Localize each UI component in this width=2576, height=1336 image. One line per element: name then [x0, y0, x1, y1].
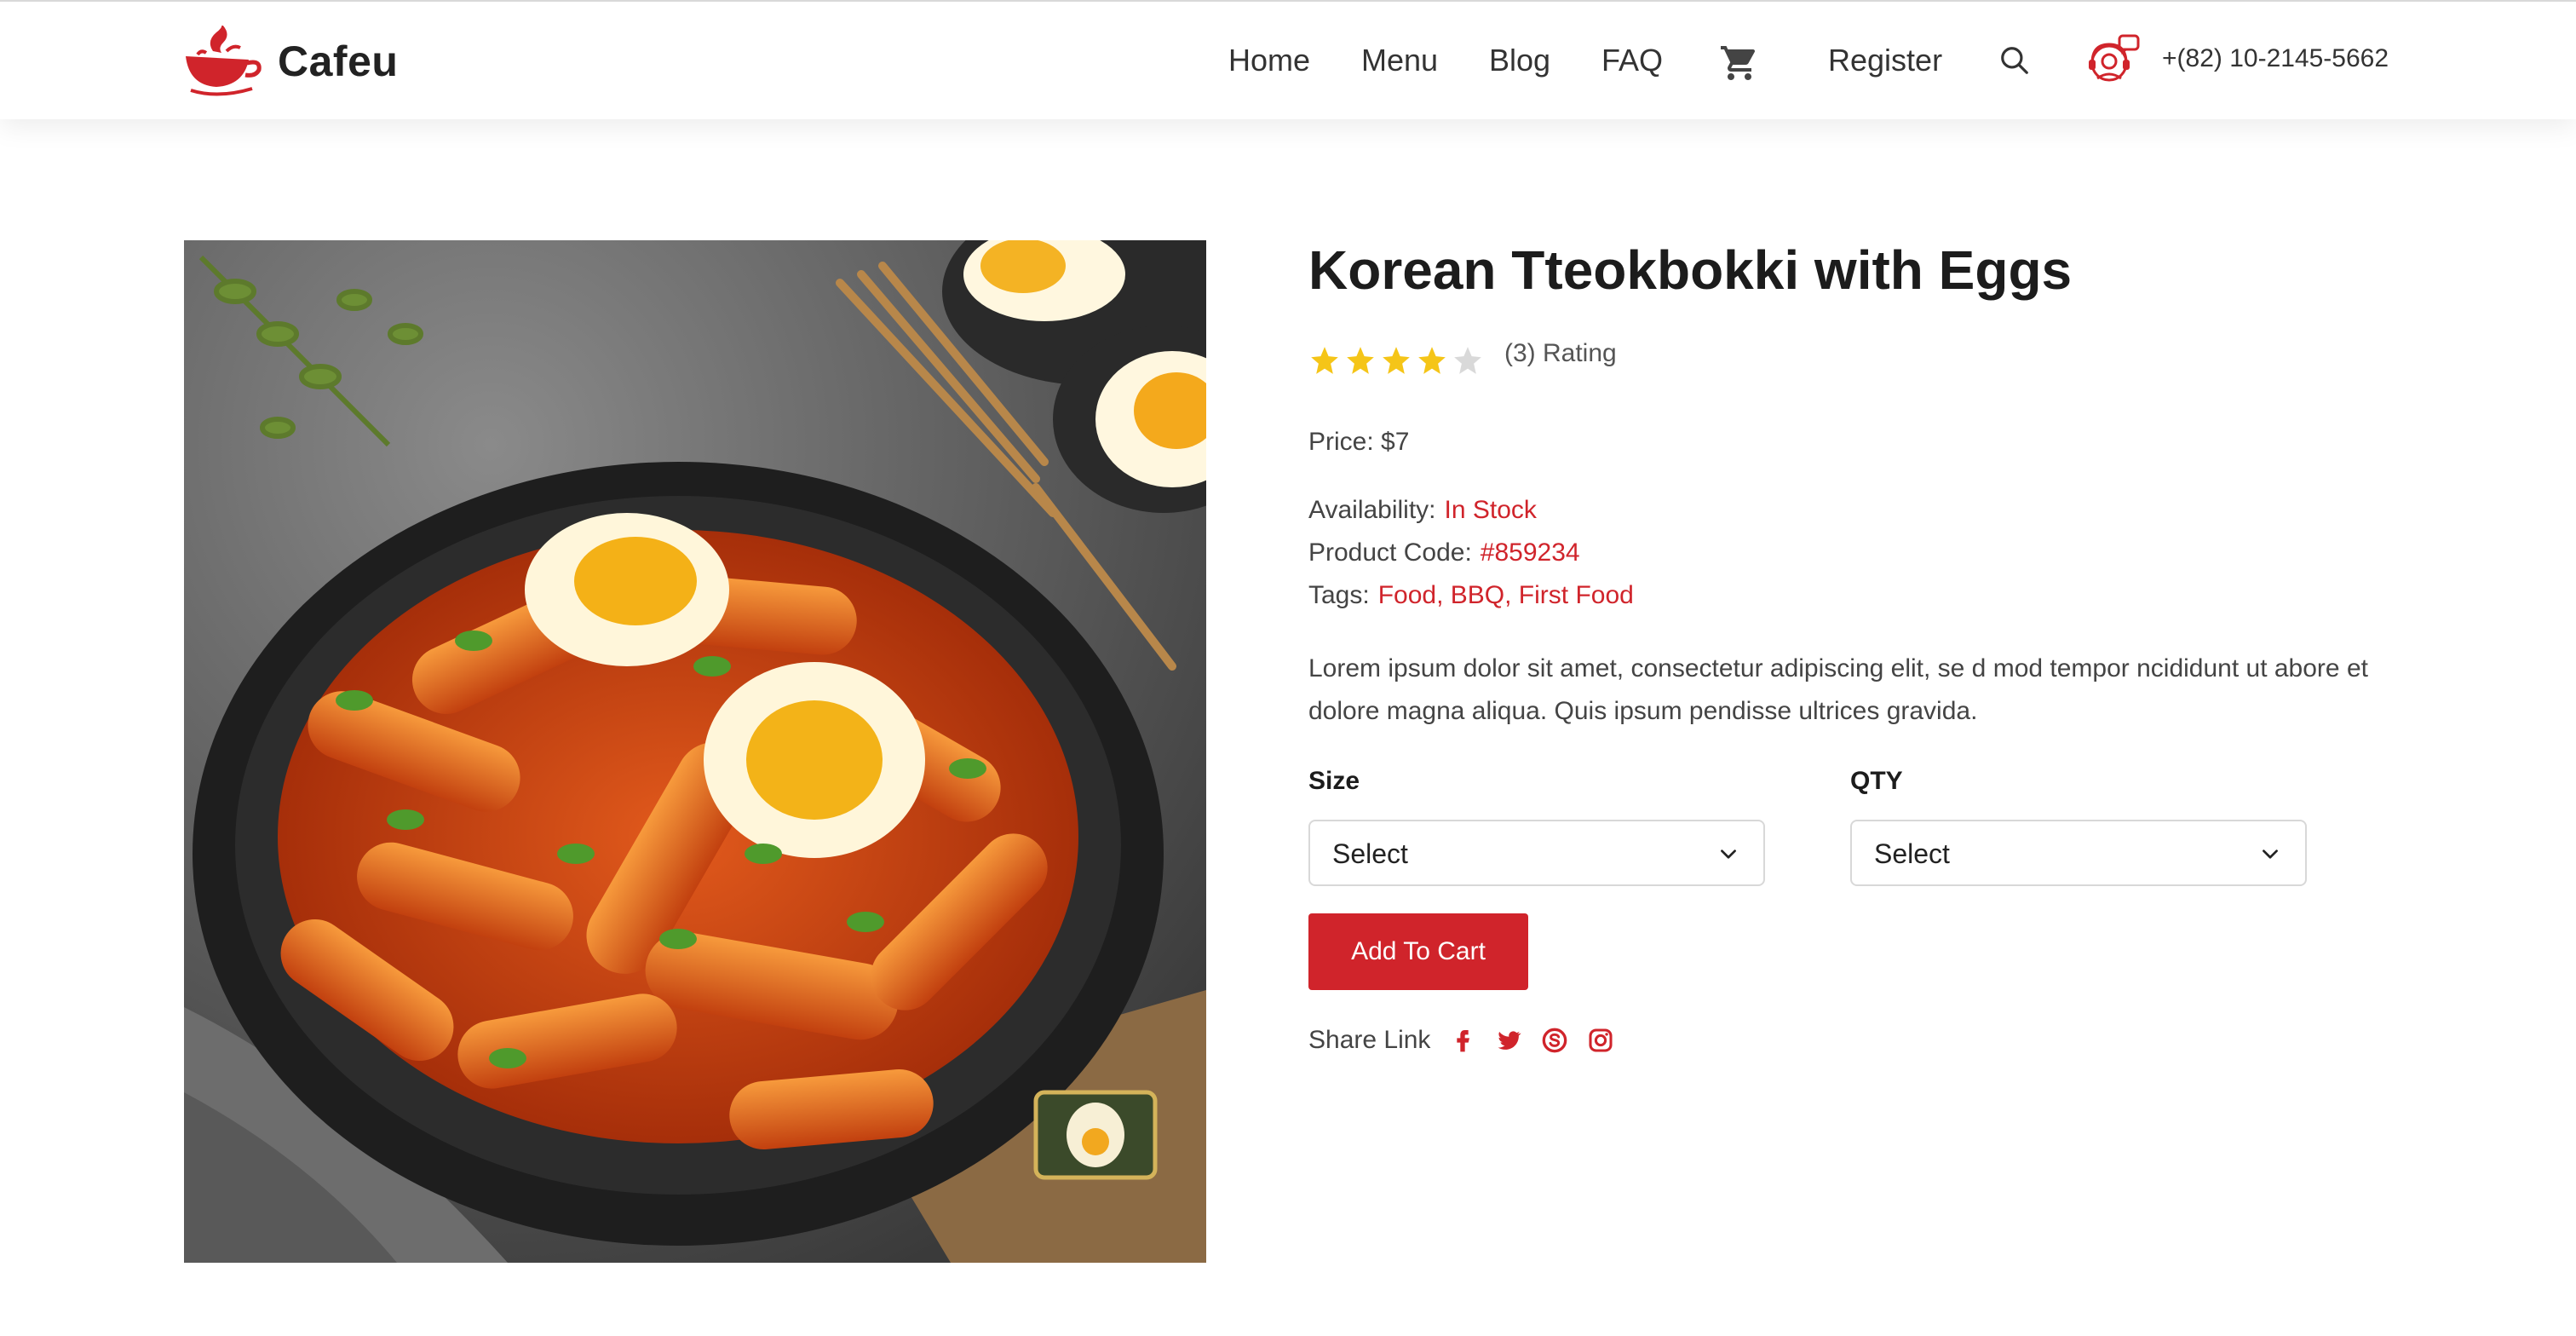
product-title: Korean Tteokbokki with Eggs	[1308, 239, 2073, 301]
site-header: Cafeu Home Menu Blog FAQ Register +(82) …	[0, 0, 2576, 119]
size-label: Size	[1308, 767, 1360, 795]
tags-label: Tags:	[1308, 581, 1370, 609]
product-code-value: #859234	[1480, 538, 1580, 567]
skype-icon[interactable]	[1541, 1027, 1568, 1054]
nav-item-menu[interactable]: Menu	[1361, 43, 1438, 78]
availability: Availability: In Stock	[1308, 496, 1537, 525]
chevron-down-icon	[2263, 849, 2278, 859]
size-select-value: Select	[1332, 838, 1408, 869]
instagram-icon[interactable]	[1587, 1027, 1614, 1054]
star-filled-icon	[1311, 347, 1338, 374]
availability-value: In Stock	[1444, 496, 1537, 524]
rating-count[interactable]: (3) Rating	[1504, 339, 1617, 368]
size-select[interactable]: Select	[1308, 820, 1765, 886]
facebook-icon[interactable]	[1449, 1027, 1476, 1054]
nav-item-home[interactable]: Home	[1228, 43, 1310, 78]
cart-icon[interactable]	[1719, 43, 1760, 84]
chevron-down-icon	[1721, 849, 1736, 859]
cafeu-logo-icon	[186, 26, 262, 96]
star-empty-icon	[1454, 347, 1481, 374]
share-links: Share Link	[1308, 1026, 1633, 1055]
nav-item-blog[interactable]: Blog	[1489, 43, 1550, 78]
product-code: Product Code: #859234	[1308, 538, 1580, 567]
star-filled-icon	[1418, 347, 1446, 374]
product-code-label: Product Code:	[1308, 538, 1472, 567]
product-tags: Tags: Food, BBQ, First Food	[1308, 581, 1634, 610]
brand-name: Cafeu	[278, 37, 399, 85]
tags-value[interactable]: Food, BBQ, First Food	[1378, 581, 1634, 609]
add-to-cart-button[interactable]: Add To Cart	[1308, 913, 1528, 990]
share-label: Share Link	[1308, 1026, 1431, 1054]
logo[interactable]: Cafeu	[182, 26, 398, 97]
qty-select[interactable]: Select	[1850, 820, 2307, 886]
search-icon[interactable]	[1998, 44, 2031, 77]
nav-item-faq[interactable]: FAQ	[1601, 43, 1663, 78]
star-filled-icon	[1347, 347, 1374, 374]
twitter-icon[interactable]	[1495, 1027, 1522, 1054]
star-filled-icon	[1383, 347, 1410, 374]
qty-label: QTY	[1850, 767, 1903, 795]
phone-number[interactable]: +(82) 10-2145-5662	[2162, 44, 2389, 73]
support-icon	[2089, 34, 2140, 82]
qty-select-value: Select	[1874, 838, 1950, 869]
tteokbokki-photo	[184, 240, 1206, 1263]
price: Price: $7	[1308, 428, 1410, 456]
register-link[interactable]: Register	[1828, 43, 1942, 78]
rating-stars	[1308, 344, 1484, 377]
product-image	[184, 240, 1206, 1263]
product-description: Lorem ipsum dolor sit amet, consectetur …	[1308, 654, 2368, 725]
availability-label: Availability:	[1308, 496, 1436, 524]
